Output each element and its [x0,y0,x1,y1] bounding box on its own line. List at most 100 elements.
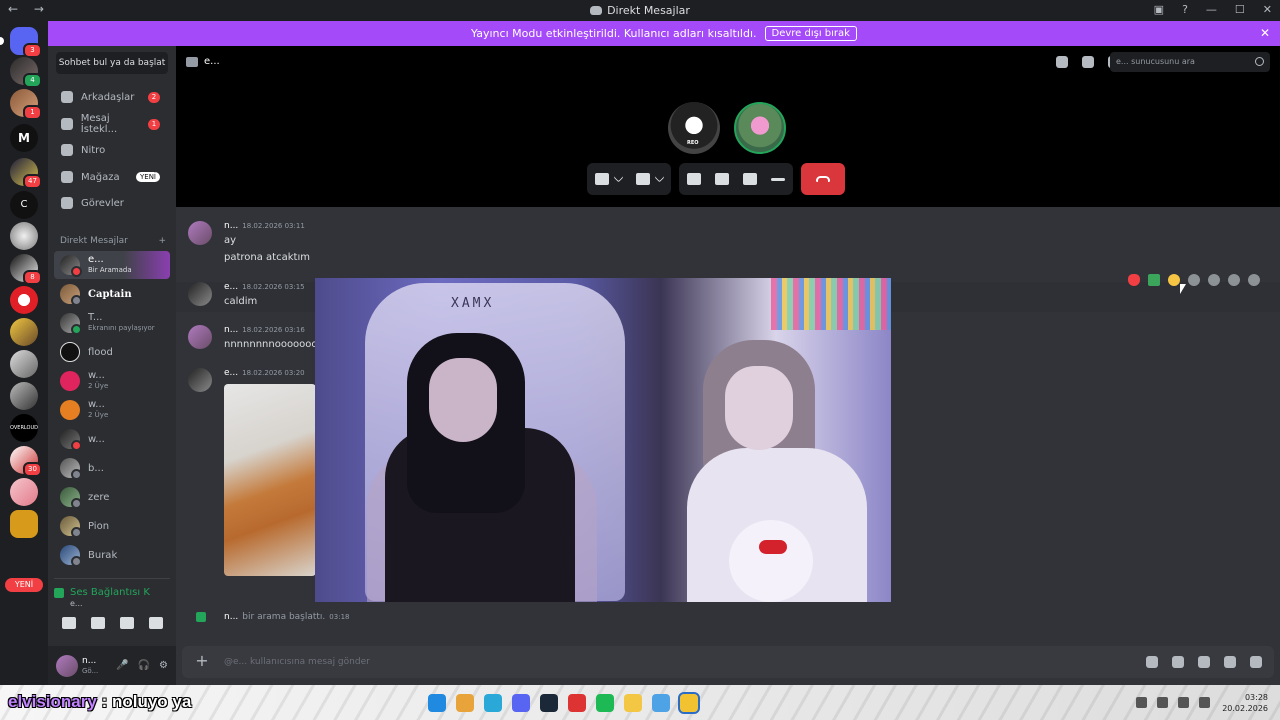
soundboard-icon[interactable] [148,617,163,629]
steam-app-icon[interactable] [540,694,558,712]
taskbar-clock[interactable]: 03:28 20.02.2026 [1222,692,1268,714]
volume-icon[interactable] [1199,697,1210,708]
help-icon[interactable]: ? [1182,3,1188,16]
dm-item[interactable]: e... Bir Aramada [54,251,170,279]
headphones-icon[interactable]: 🎧 [138,660,150,671]
add-reaction-icon[interactable] [1188,274,1200,286]
nav-message-requests[interactable]: Mesaj İstekl... 1 [54,112,170,136]
discord-app-icon[interactable] [512,694,530,712]
minimize-button[interactable]: — [1206,3,1217,16]
apps-icon[interactable] [1250,656,1262,668]
server-icon[interactable]: M [10,124,38,152]
server-icon[interactable]: 30 [10,446,42,477]
sticker-icon[interactable] [1198,656,1210,668]
disable-streamer-mode-button[interactable]: Devre dışı bırak [764,26,857,41]
dm-item[interactable]: flood [54,338,170,366]
tray-icon[interactable] [1157,697,1168,708]
nav-nitro[interactable]: Nitro [54,138,170,162]
server-icon[interactable]: 4 [10,57,42,88]
dm-item[interactable]: Burak [54,541,170,569]
message-image-attachment[interactable] [224,384,316,576]
voice-connected-label[interactable]: Ses Bağlantısı K [54,587,150,598]
create-dm-plus-icon[interactable]: + [158,236,166,246]
spotify-app-icon[interactable] [596,694,614,712]
heart-reaction-icon[interactable] [1128,274,1140,286]
server-icon[interactable] [10,318,38,346]
tray-icon[interactable] [1136,697,1147,708]
dm-item[interactable]: zere [54,483,170,511]
app-icon[interactable] [652,694,670,712]
dm-item[interactable]: w... 2 Üye [54,396,170,424]
server-icon[interactable] [10,478,38,506]
chevron-down-icon[interactable] [613,172,624,182]
maximize-button[interactable]: ☐ [1235,3,1245,16]
avatar[interactable] [188,221,212,245]
gear-icon[interactable]: ⚙ [159,660,168,671]
end-call-button[interactable] [801,163,845,195]
new-servers-pill[interactable]: YENİ [5,578,43,592]
microphone-icon[interactable]: 🎤 [116,660,128,671]
avatar[interactable] [188,368,212,392]
avatar[interactable] [188,325,212,349]
dm-item[interactable]: Pion [54,512,170,540]
author-name[interactable]: n... [224,325,238,335]
server-icon[interactable] [10,382,38,410]
nav-friends[interactable]: Arkadaşlar 2 [54,85,170,109]
server-icon[interactable] [10,510,38,538]
pin-icon[interactable] [1056,56,1068,68]
server-icon[interactable]: 8 [10,254,42,285]
more-options-icon[interactable] [771,177,785,181]
wifi-icon[interactable] [1178,697,1189,708]
inbox-icon[interactable]: ▣ [1154,3,1164,16]
call-author[interactable]: n... [224,612,238,622]
app-icon[interactable] [568,694,586,712]
screen-share-popout[interactable]: XAMX [315,278,891,602]
close-window-button[interactable]: ✕ [1263,3,1272,16]
active-app-icon[interactable] [678,692,700,714]
server-icon[interactable]: 47 [10,158,42,189]
avatar[interactable] [56,654,78,677]
gif-icon[interactable] [1172,656,1184,668]
author-name[interactable]: e... [224,368,238,378]
camera-off-icon[interactable] [61,617,76,629]
activities-icon[interactable] [119,617,134,629]
activities-icon[interactable] [715,173,729,185]
avatar[interactable] [188,282,212,306]
find-conversation-button[interactable]: Sohbet bul ya da başlat [56,52,168,74]
call-participant-avatar[interactable]: REO [668,102,720,154]
microphone-icon[interactable] [595,173,609,185]
emoji-icon[interactable] [1224,656,1236,668]
dm-item[interactable]: b... [54,454,170,482]
dm-item[interactable]: T... Ekranını paylaşıyor [54,309,170,337]
check-reaction-icon[interactable] [1148,274,1160,286]
screen-share-icon[interactable] [687,173,701,185]
server-icon[interactable]: 1 [10,89,42,120]
nav-shop[interactable]: Mağaza YENİ [54,165,170,189]
author-name[interactable]: e... [224,282,238,292]
author-name[interactable]: n... [224,221,238,231]
forward-icon[interactable] [1228,274,1240,286]
camera-off-icon[interactable] [636,173,650,185]
server-icon[interactable] [10,286,38,314]
more-options-icon[interactable] [1248,274,1260,286]
close-icon[interactable]: ✕ [1260,26,1270,40]
dm-item[interactable]: w... [54,425,170,453]
soundboard-icon[interactable] [743,173,757,185]
server-icon[interactable] [10,222,38,250]
pleading-face-reaction-icon[interactable] [1168,274,1180,286]
search-input[interactable]: e... sunucusunu ara [1110,52,1270,72]
dm-item[interactable]: Captain [54,280,170,308]
server-icon[interactable]: OVERLOUD [10,414,38,442]
add-friends-icon[interactable] [1082,56,1094,68]
windows-start-icon[interactable] [428,694,446,712]
server-icon[interactable]: C [10,191,38,219]
dm-item[interactable]: w... 2 Üye [54,367,170,395]
nav-quests[interactable]: Görevler [54,191,170,215]
app-icon[interactable] [484,694,502,712]
call-participant-avatar-speaking[interactable] [734,102,786,154]
folder-app-icon[interactable] [624,694,642,712]
add-attachment-icon[interactable]: + [194,653,210,670]
chevron-down-icon[interactable] [654,172,665,182]
gift-icon[interactable] [1146,656,1158,668]
reply-icon[interactable] [1208,274,1220,286]
